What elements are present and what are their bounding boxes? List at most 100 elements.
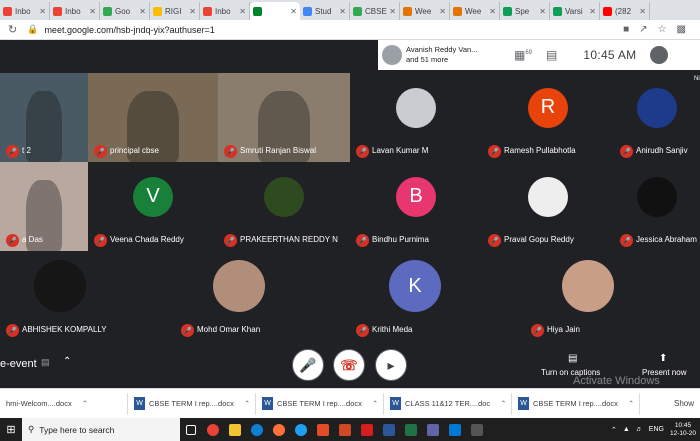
participant-tile[interactable]: 🎤 Smruti Ranjan Biswal: [218, 73, 350, 162]
powerpoint-icon[interactable]: [334, 418, 356, 441]
download-item[interactable]: W CLASS 11&12 TER....doc ⌃: [384, 392, 512, 415]
tray-time: 10:45: [674, 421, 692, 429]
close-tab-icon[interactable]: ✕: [639, 7, 646, 16]
browser-tab[interactable]: Stud ✕: [300, 2, 350, 20]
excel-icon[interactable]: [400, 418, 422, 441]
download-item[interactable]: W CBSE TERM I rep....docx ⌃: [256, 392, 384, 415]
browser-tab[interactable]: Goo ✕: [100, 2, 150, 20]
close-tab-icon[interactable]: ✕: [339, 7, 346, 16]
reload-icon[interactable]: ↻: [8, 23, 17, 36]
internet-explorer-icon[interactable]: [290, 418, 312, 441]
firefox-icon[interactable]: [268, 418, 290, 441]
participant-tile[interactable]: 🎤 t 2: [0, 73, 88, 162]
browser-tab[interactable]: Varsi ✕: [550, 2, 600, 20]
lock-icon[interactable]: 🔒: [27, 24, 38, 35]
edge-icon[interactable]: [246, 418, 268, 441]
browser-tab[interactable]: ✕: [250, 2, 300, 20]
download-filename: CLASS 11&12 TER....doc: [405, 399, 491, 408]
download-filename: hmi-Welcom....docx: [6, 399, 72, 408]
close-tab-icon[interactable]: ✕: [139, 7, 146, 16]
tray-clock[interactable]: 10:45 12-10-20: [670, 422, 696, 438]
mic-off-icon: 🎤: [488, 234, 501, 247]
chrome-icon[interactable]: [202, 418, 224, 441]
tab-title: CBSE: [365, 6, 387, 16]
join-notification[interactable]: Avanish Reddy Van... and 51 more: [378, 45, 500, 66]
microphone-button[interactable]: 🎤: [292, 349, 324, 381]
windows-start-icon[interactable]: ⊞: [0, 418, 22, 441]
close-tab-icon[interactable]: ✕: [39, 7, 46, 16]
taskbar-search[interactable]: ⚲ Type here to search: [22, 418, 180, 441]
close-tab-icon[interactable]: ✕: [290, 7, 297, 16]
browser-tab[interactable]: (282 ✕: [600, 2, 650, 20]
browser-tab[interactable]: Inbo ✕: [50, 2, 100, 20]
participant-tile[interactable]: 🎤 Mohd Omar Khan: [175, 251, 303, 341]
browser-tab[interactable]: CBSE ✕: [350, 2, 400, 20]
browser-tab[interactable]: Spe ✕: [500, 2, 550, 20]
participant-tile[interactable]: 🎤 ABHISHEK KOMPALLY: [0, 251, 120, 341]
close-tab-icon[interactable]: ✕: [89, 7, 96, 16]
close-tab-icon[interactable]: ✕: [389, 7, 396, 16]
tab-favicon-icon: [403, 6, 412, 16]
close-tab-icon[interactable]: ✕: [239, 7, 246, 16]
participant-tile[interactable]: K 🎤 Krithi Meda: [350, 251, 480, 341]
tray-chevron-icon[interactable]: ⌃: [611, 426, 617, 434]
task-view-icon[interactable]: [180, 418, 202, 441]
chat-icon[interactable]: ▤: [546, 48, 557, 62]
chevron-up-icon[interactable]: ⌃: [244, 399, 250, 408]
show-all-downloads[interactable]: Show: [674, 399, 694, 408]
meeting-details-icon[interactable]: ▤: [41, 357, 50, 368]
close-tab-icon[interactable]: ✕: [189, 7, 196, 16]
participant-tile[interactable]: V 🎤 Veena Chada Reddy: [88, 162, 218, 251]
bookmark-star-icon[interactable]: ☆: [658, 24, 667, 35]
language-indicator[interactable]: ENG: [649, 426, 664, 433]
present-icon[interactable]: ⬆: [659, 353, 667, 364]
media-player-icon[interactable]: [312, 418, 334, 441]
participant-tile[interactable]: 🎤 Anirudh Sanjiv: [614, 73, 700, 162]
participant-tile[interactable]: 🎤 Lavan Kumar M: [350, 73, 482, 162]
close-tab-icon[interactable]: ✕: [539, 7, 546, 16]
download-item[interactable]: hmi-Welcom....docx ⌃: [0, 392, 128, 415]
store-icon[interactable]: [466, 418, 488, 441]
close-tab-icon[interactable]: ✕: [489, 7, 496, 16]
end-call-button[interactable]: ☏: [333, 349, 365, 381]
camera-button[interactable]: ▸: [375, 349, 407, 381]
close-tab-icon[interactable]: ✕: [589, 7, 596, 16]
participant-tile[interactable]: B 🎤 Bindhu Purnima: [350, 162, 482, 251]
browser-tab[interactable]: Wee ✕: [400, 2, 450, 20]
mail-icon[interactable]: [444, 418, 466, 441]
acrobat-icon[interactable]: [356, 418, 378, 441]
close-tab-icon[interactable]: ✕: [439, 7, 446, 16]
participant-tile[interactable]: 🎤 PRAKEERTHAN REDDY N: [218, 162, 350, 251]
participant-tile[interactable]: 🎤 Hiya Jain: [525, 251, 651, 341]
chevron-up-icon[interactable]: ⌃: [500, 399, 506, 408]
url-field[interactable]: meet.google.com/hsb-jndq-yix?authuser=1: [44, 25, 623, 35]
chevron-up-icon[interactable]: ⌃: [63, 356, 71, 367]
captions-icon[interactable]: ▤: [568, 353, 577, 364]
participant-tile[interactable]: 🎤 Jessica Abraham: [614, 162, 700, 251]
user-avatar[interactable]: [650, 46, 669, 64]
camera-in-use-icon[interactable]: ■: [623, 24, 629, 35]
file-explorer-icon[interactable]: [224, 418, 246, 441]
browser-tab[interactable]: Wee ✕: [450, 2, 500, 20]
download-item[interactable]: W CBSE TERM I rep....docx ⌃: [128, 392, 256, 415]
participants-icon[interactable]: ▦69: [514, 48, 532, 62]
chevron-up-icon[interactable]: ⌃: [372, 399, 378, 408]
word-icon[interactable]: [378, 418, 400, 441]
meeting-title[interactable]: e-event: [0, 358, 37, 370]
chevron-up-icon[interactable]: ⌃: [82, 399, 88, 408]
extensions-icon[interactable]: ▩: [677, 24, 686, 35]
browser-tab[interactable]: Inbo ✕: [200, 2, 250, 20]
mic-off-icon: 🎤: [94, 234, 107, 247]
participant-tile[interactable]: 🎤 principal cbse: [88, 73, 218, 162]
network-icon[interactable]: ▲: [623, 426, 630, 433]
browser-tab[interactable]: RIGI ✕: [150, 2, 200, 20]
participant-tile[interactable]: 🎤 a Das: [0, 162, 88, 251]
share-icon[interactable]: ↗: [639, 24, 647, 35]
browser-tab[interactable]: Inbo ✕: [0, 2, 50, 20]
chevron-up-icon[interactable]: ⌃: [628, 399, 634, 408]
participant-tile[interactable]: 🎤 Praval Gopu Reddy: [482, 162, 614, 251]
participant-tile[interactable]: R 🎤 Ramesh Pullabhotla: [482, 73, 614, 162]
teams-icon[interactable]: [422, 418, 444, 441]
volume-icon[interactable]: ♬: [636, 426, 643, 433]
participant-name: Bindhu Purnima: [372, 235, 429, 244]
